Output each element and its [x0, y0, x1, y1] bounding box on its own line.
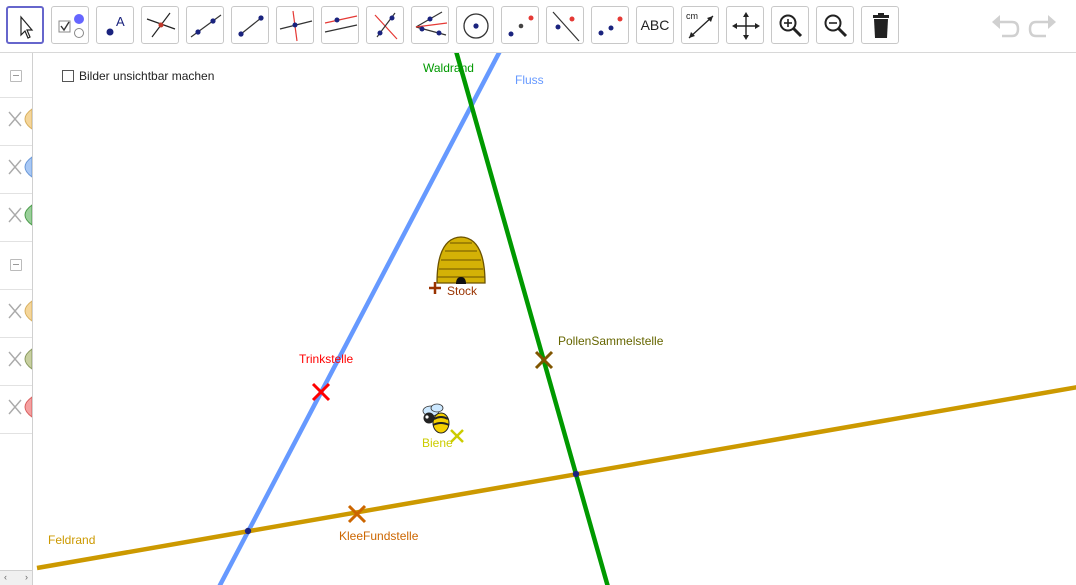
collapse-icon[interactable]	[10, 70, 22, 82]
zoom-out-icon	[824, 14, 848, 38]
reflect-point-tool-button[interactable]	[501, 6, 539, 44]
sidebar-item-row[interactable]	[0, 385, 33, 434]
image-visibility-icon	[8, 396, 33, 418]
toolbar: A ABC cm	[0, 0, 1076, 53]
sidebar-item-row[interactable]	[0, 193, 33, 242]
distance-icon: cm	[686, 11, 714, 39]
point-tool-button[interactable]: A	[96, 6, 134, 44]
sidebar-item-row[interactable]	[0, 145, 33, 194]
circle-tool-button[interactable]	[456, 6, 494, 44]
redo-icon[interactable]	[1028, 12, 1058, 40]
scroll-left-icon[interactable]: ‹	[4, 572, 7, 582]
intersection-point[interactable]	[244, 527, 252, 535]
move-tool-button[interactable]	[6, 6, 44, 44]
parallel-icon	[324, 15, 358, 33]
feldrand-label: Feldrand	[48, 533, 96, 547]
translate-icon	[598, 16, 623, 36]
image-visibility-icon	[8, 204, 33, 226]
undo-icon[interactable]	[990, 12, 1020, 40]
waldrand-label: Waldrand	[423, 61, 474, 75]
perpendicular-icon	[279, 10, 313, 42]
circle-center-icon	[463, 13, 489, 39]
text-icon: ABC	[640, 17, 670, 33]
sidebar-item-row[interactable]	[0, 289, 33, 338]
scroll-right-icon[interactable]: ›	[25, 572, 28, 582]
reflect-line-icon	[552, 11, 580, 42]
intersection-point[interactable]	[572, 470, 580, 478]
segment-tool-button[interactable]	[231, 6, 269, 44]
checkbox-radio-icon	[58, 14, 84, 38]
sidebar-item-row[interactable]	[0, 97, 33, 146]
zoom-in-tool-button[interactable]	[771, 6, 809, 44]
reflect-point-icon	[508, 15, 534, 37]
waldrand-line[interactable]	[454, 53, 610, 585]
parallel-tool-button[interactable]	[321, 6, 359, 44]
trash-icon	[873, 13, 889, 38]
hide-images-checkbox[interactable]: Bilder unsichtbar machen	[62, 69, 214, 83]
point-label-icon: A	[106, 14, 125, 36]
fluss-line[interactable]	[217, 53, 502, 585]
checkbox-label: Bilder unsichtbar machen	[79, 69, 215, 83]
checkbox-box[interactable]	[62, 70, 74, 82]
feldrand-line[interactable]	[36, 385, 1076, 571]
sidebar-scrollbar[interactable]: ‹ ›	[0, 570, 32, 585]
perpendicular-tool-button[interactable]	[276, 6, 314, 44]
trink-point[interactable]	[311, 382, 331, 402]
delete-tool-button[interactable]	[861, 6, 899, 44]
zoom-out-tool-button[interactable]	[816, 6, 854, 44]
move-view-icon	[732, 12, 760, 40]
bisector-icon	[374, 12, 398, 40]
klee-label: KleeFundstelle	[339, 529, 419, 543]
stock-point[interactable]	[429, 282, 441, 294]
fluss-label: Fluss	[515, 73, 544, 87]
translate-tool-button[interactable]	[591, 6, 629, 44]
geometry-drawing	[36, 53, 1076, 585]
move-view-tool-button[interactable]	[726, 6, 764, 44]
cursor-arrow-icon	[20, 15, 34, 39]
point-tool-text: A	[116, 14, 125, 29]
biene-label: Biene	[422, 436, 453, 450]
stock-label: Stock	[447, 284, 478, 298]
checkbox-tool-button[interactable]	[51, 6, 89, 44]
bee-icon[interactable]	[422, 403, 450, 434]
trink-label: Trinkstelle	[299, 352, 354, 366]
graphics-view[interactable]: Bilder unsichtbar machen Waldrand Fluss …	[33, 53, 1076, 585]
sidebar-group-row[interactable]	[0, 241, 32, 290]
image-visibility-icon	[8, 156, 33, 178]
distance-tool-text: cm	[686, 11, 698, 21]
line-tool-button[interactable]	[186, 6, 224, 44]
intersect-tool-button[interactable]	[141, 6, 179, 44]
zoom-in-icon	[779, 14, 803, 38]
image-visibility-icon	[8, 300, 33, 322]
image-visibility-icon	[8, 108, 33, 130]
intersect-icon	[146, 12, 176, 38]
sidebar-group-row[interactable]	[0, 53, 32, 98]
sidebar-item-row[interactable]	[0, 337, 33, 386]
algebra-sidebar: ‹ ›	[0, 53, 33, 585]
beehive-icon[interactable]	[436, 236, 486, 284]
line-icon	[190, 14, 222, 38]
distance-tool-button[interactable]: cm	[681, 6, 719, 44]
angle-bisector-icon	[415, 11, 448, 36]
collapse-icon[interactable]	[10, 259, 22, 271]
angle-bisector-tool-button[interactable]	[411, 6, 449, 44]
bisector-tool-button[interactable]	[366, 6, 404, 44]
text-tool-button[interactable]: ABC	[636, 6, 674, 44]
reflect-line-tool-button[interactable]	[546, 6, 584, 44]
pollen-label: PollenSammelstelle	[558, 334, 664, 348]
segment-icon	[238, 15, 264, 37]
image-visibility-icon	[8, 348, 33, 370]
